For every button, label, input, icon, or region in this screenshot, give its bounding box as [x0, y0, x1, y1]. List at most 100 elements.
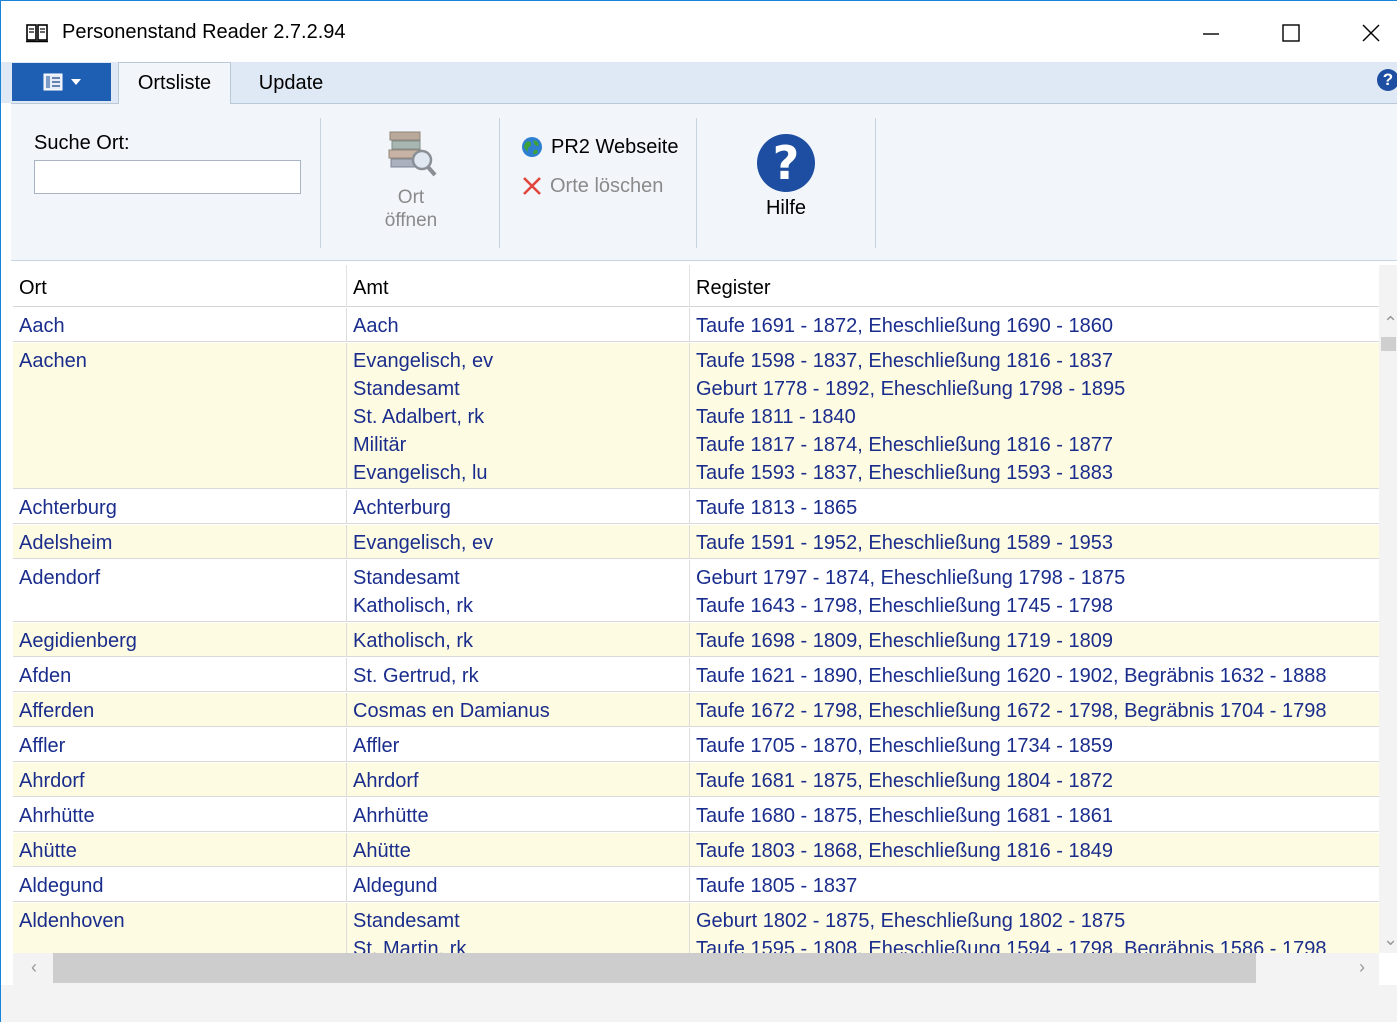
- cell-register: Taufe 1698 - 1809, Eheschließung 1719 - …: [690, 623, 1379, 656]
- table-row[interactable]: Aldenhoven Standesamt St. Martin, rk Geburt…: [13, 903, 1379, 953]
- place-name: Adendorf: [19, 567, 101, 589]
- column-header-ort[interactable]: Ort: [13, 265, 347, 307]
- cell-register: Taufe 1681 - 1875, Eheschließung 1804 - …: [690, 763, 1379, 796]
- office-name: Standesamt: [353, 378, 460, 400]
- close-icon: [1362, 24, 1380, 42]
- delete-places-button[interactable]: Orte löschen: [520, 173, 663, 199]
- search-input[interactable]: [34, 160, 301, 194]
- table-row[interactable]: Ahrdorf Ahrdorf Taufe 1681 - 1875, Eheschl…: [13, 763, 1379, 797]
- scroll-right-icon[interactable]: ›: [1359, 957, 1365, 978]
- open-place-label: Ort öffnen: [384, 187, 438, 231]
- office-name: Standesamt: [353, 910, 460, 932]
- register-range: Taufe 1817 - 1874, Eheschließung 1816 - …: [696, 434, 1113, 456]
- office-name: Evangelisch, ev: [353, 532, 494, 554]
- open-place-button[interactable]: Ort öffnen: [366, 118, 456, 238]
- office-name: Ahrdorf: [353, 770, 419, 792]
- delete-x-icon: [523, 177, 541, 195]
- scroll-down-icon[interactable]: ⌄: [1383, 929, 1397, 950]
- cell-ort: Adendorf: [13, 560, 347, 621]
- cell-amt: Katholisch, rk: [347, 623, 690, 656]
- application-menu-button[interactable]: [12, 63, 111, 101]
- cell-ort: Afden: [13, 658, 347, 691]
- delete-places-label: Orte löschen: [550, 174, 664, 197]
- table-row[interactable]: Aegidienberg Katholisch, rk Taufe 1698 - 1…: [13, 623, 1379, 657]
- place-name: Achterburg: [19, 497, 117, 519]
- scroll-up-icon[interactable]: ⌃: [1383, 313, 1397, 334]
- table-row[interactable]: Aach Aach Taufe 1691 - 1872, Eheschließung…: [13, 308, 1379, 342]
- register-range: Taufe 1680 - 1875, Eheschließung 1681 - …: [696, 805, 1113, 827]
- cell-amt: Cosmas en Damianus: [347, 693, 690, 726]
- table-row[interactable]: Afden St. Gertrud, rk Taufe 1621 - 1890, E…: [13, 658, 1379, 692]
- title-bar: Personenstand Reader 2.7.2.94: [1, 1, 1397, 62]
- table-row[interactable]: Aldegund Aldegund Taufe 1805 - 1837: [13, 868, 1379, 902]
- register-range: Geburt 1778 - 1892, Eheschließung 1798 -…: [696, 378, 1126, 400]
- cell-amt: Ahrdorf: [347, 763, 690, 796]
- ribbon-panel: Suche Ort: Ort öffnen PR2 Webseite Orte …: [11, 103, 1397, 261]
- minimize-icon: [1203, 33, 1219, 35]
- register-range: Taufe 1621 - 1890, Eheschließung 1620 - …: [696, 665, 1327, 687]
- tab-update[interactable]: Update: [241, 62, 341, 104]
- cell-amt: Aach: [347, 308, 690, 341]
- cell-ort: Adelsheim: [13, 525, 347, 558]
- cell-register: Taufe 1680 - 1875, Eheschließung 1681 - …: [690, 798, 1379, 831]
- website-label: PR2 Webseite: [551, 135, 679, 158]
- places-table: Ort Amt Register Aach Aach Taufe 1691 - 18…: [13, 265, 1397, 953]
- register-range: Taufe 1593 - 1837, Eheschließung 1593 - …: [696, 462, 1113, 484]
- cell-ort: Aldegund: [13, 868, 347, 901]
- help-corner-icon[interactable]: ?: [1377, 69, 1397, 91]
- place-name: Aachen: [19, 350, 87, 372]
- table-row[interactable]: Aachen Evangelisch, ev Standesamt St. Adalb…: [13, 343, 1379, 489]
- vertical-scrollbar[interactable]: [1379, 265, 1397, 953]
- help-icon: ?: [757, 134, 815, 192]
- status-bar: [1, 985, 1397, 1022]
- book-icon: [26, 24, 48, 43]
- horizontal-scrollbar[interactable]: ‹ ›: [13, 953, 1379, 985]
- office-name: Militär: [353, 434, 407, 456]
- minimize-button[interactable]: [1186, 11, 1236, 55]
- column-header-register[interactable]: Register: [690, 265, 1379, 307]
- cell-register: Taufe 1691 - 1872, Eheschließung 1690 - …: [690, 308, 1379, 341]
- register-range: Taufe 1698 - 1809, Eheschließung 1719 - …: [696, 630, 1113, 652]
- table-row[interactable]: Adelsheim Evangelisch, ev Taufe 1591 - 195…: [13, 525, 1379, 559]
- tab-ortsliste[interactable]: Ortsliste: [118, 62, 231, 104]
- register-range: Taufe 1591 - 1952, Eheschließung 1589 - …: [696, 532, 1113, 554]
- office-name: Affler: [353, 735, 400, 757]
- cell-register: Geburt 1802 - 1875, Eheschließung 1802 -…: [690, 903, 1379, 953]
- place-name: Affler: [19, 735, 66, 757]
- table-row[interactable]: Achterburg Achterburg Taufe 1813 - 1865: [13, 490, 1379, 524]
- place-name: Aldegund: [19, 875, 104, 897]
- horizontal-scroll-thumb[interactable]: [53, 953, 1256, 983]
- cell-ort: Aachen: [13, 343, 347, 488]
- scroll-left-icon[interactable]: ‹: [31, 957, 37, 978]
- help-label: Hilfe: [765, 197, 806, 219]
- office-name: Aach: [353, 315, 399, 337]
- place-name: Ahrhütte: [19, 805, 95, 827]
- register-range: Taufe 1705 - 1870, Eheschließung 1734 - …: [696, 735, 1113, 757]
- table-row[interactable]: Afferden Cosmas en Damianus Taufe 1672 - 1…: [13, 693, 1379, 727]
- table-row[interactable]: Ahütte Ahütte Taufe 1803 - 1868, Eheschlie…: [13, 833, 1379, 867]
- register-range: Taufe 1813 - 1865: [696, 497, 858, 519]
- table-row[interactable]: Affler Affler Taufe 1705 - 1870, Eheschlie…: [13, 728, 1379, 762]
- table-row[interactable]: Ahrhütte Ahrhütte Taufe 1680 - 1875, Ehesc…: [13, 798, 1379, 832]
- table-row[interactable]: Adendorf Standesamt Katholisch, rk Geburt 1…: [13, 560, 1379, 622]
- cell-register: Taufe 1672 - 1798, Eheschließung 1672 - …: [690, 693, 1379, 726]
- menu-icon: [43, 73, 62, 91]
- cell-amt: Evangelisch, ev Standesamt St. Adalbert, r…: [347, 343, 690, 488]
- help-button[interactable]: ? Hilfe: [746, 132, 826, 222]
- cell-ort: Aegidienberg: [13, 623, 347, 656]
- column-header-amt[interactable]: Amt: [347, 265, 690, 307]
- office-name: Aldegund: [353, 875, 438, 897]
- cell-amt: Standesamt Katholisch, rk: [347, 560, 690, 621]
- cell-ort: Aach: [13, 308, 347, 341]
- close-button[interactable]: [1346, 11, 1396, 55]
- cell-register: Taufe 1591 - 1952, Eheschließung 1589 - …: [690, 525, 1379, 558]
- cell-register: Taufe 1621 - 1890, Eheschließung 1620 - …: [690, 658, 1379, 691]
- maximize-icon: [1282, 24, 1300, 42]
- maximize-button[interactable]: [1266, 11, 1316, 55]
- office-name: St. Gertrud, rk: [353, 665, 479, 687]
- cell-ort: Afferden: [13, 693, 347, 726]
- vertical-scroll-thumb[interactable]: [1381, 337, 1396, 351]
- ribbon-separator: [696, 118, 697, 248]
- website-button[interactable]: PR2 Webseite: [520, 134, 678, 160]
- place-name: Aach: [19, 315, 65, 337]
